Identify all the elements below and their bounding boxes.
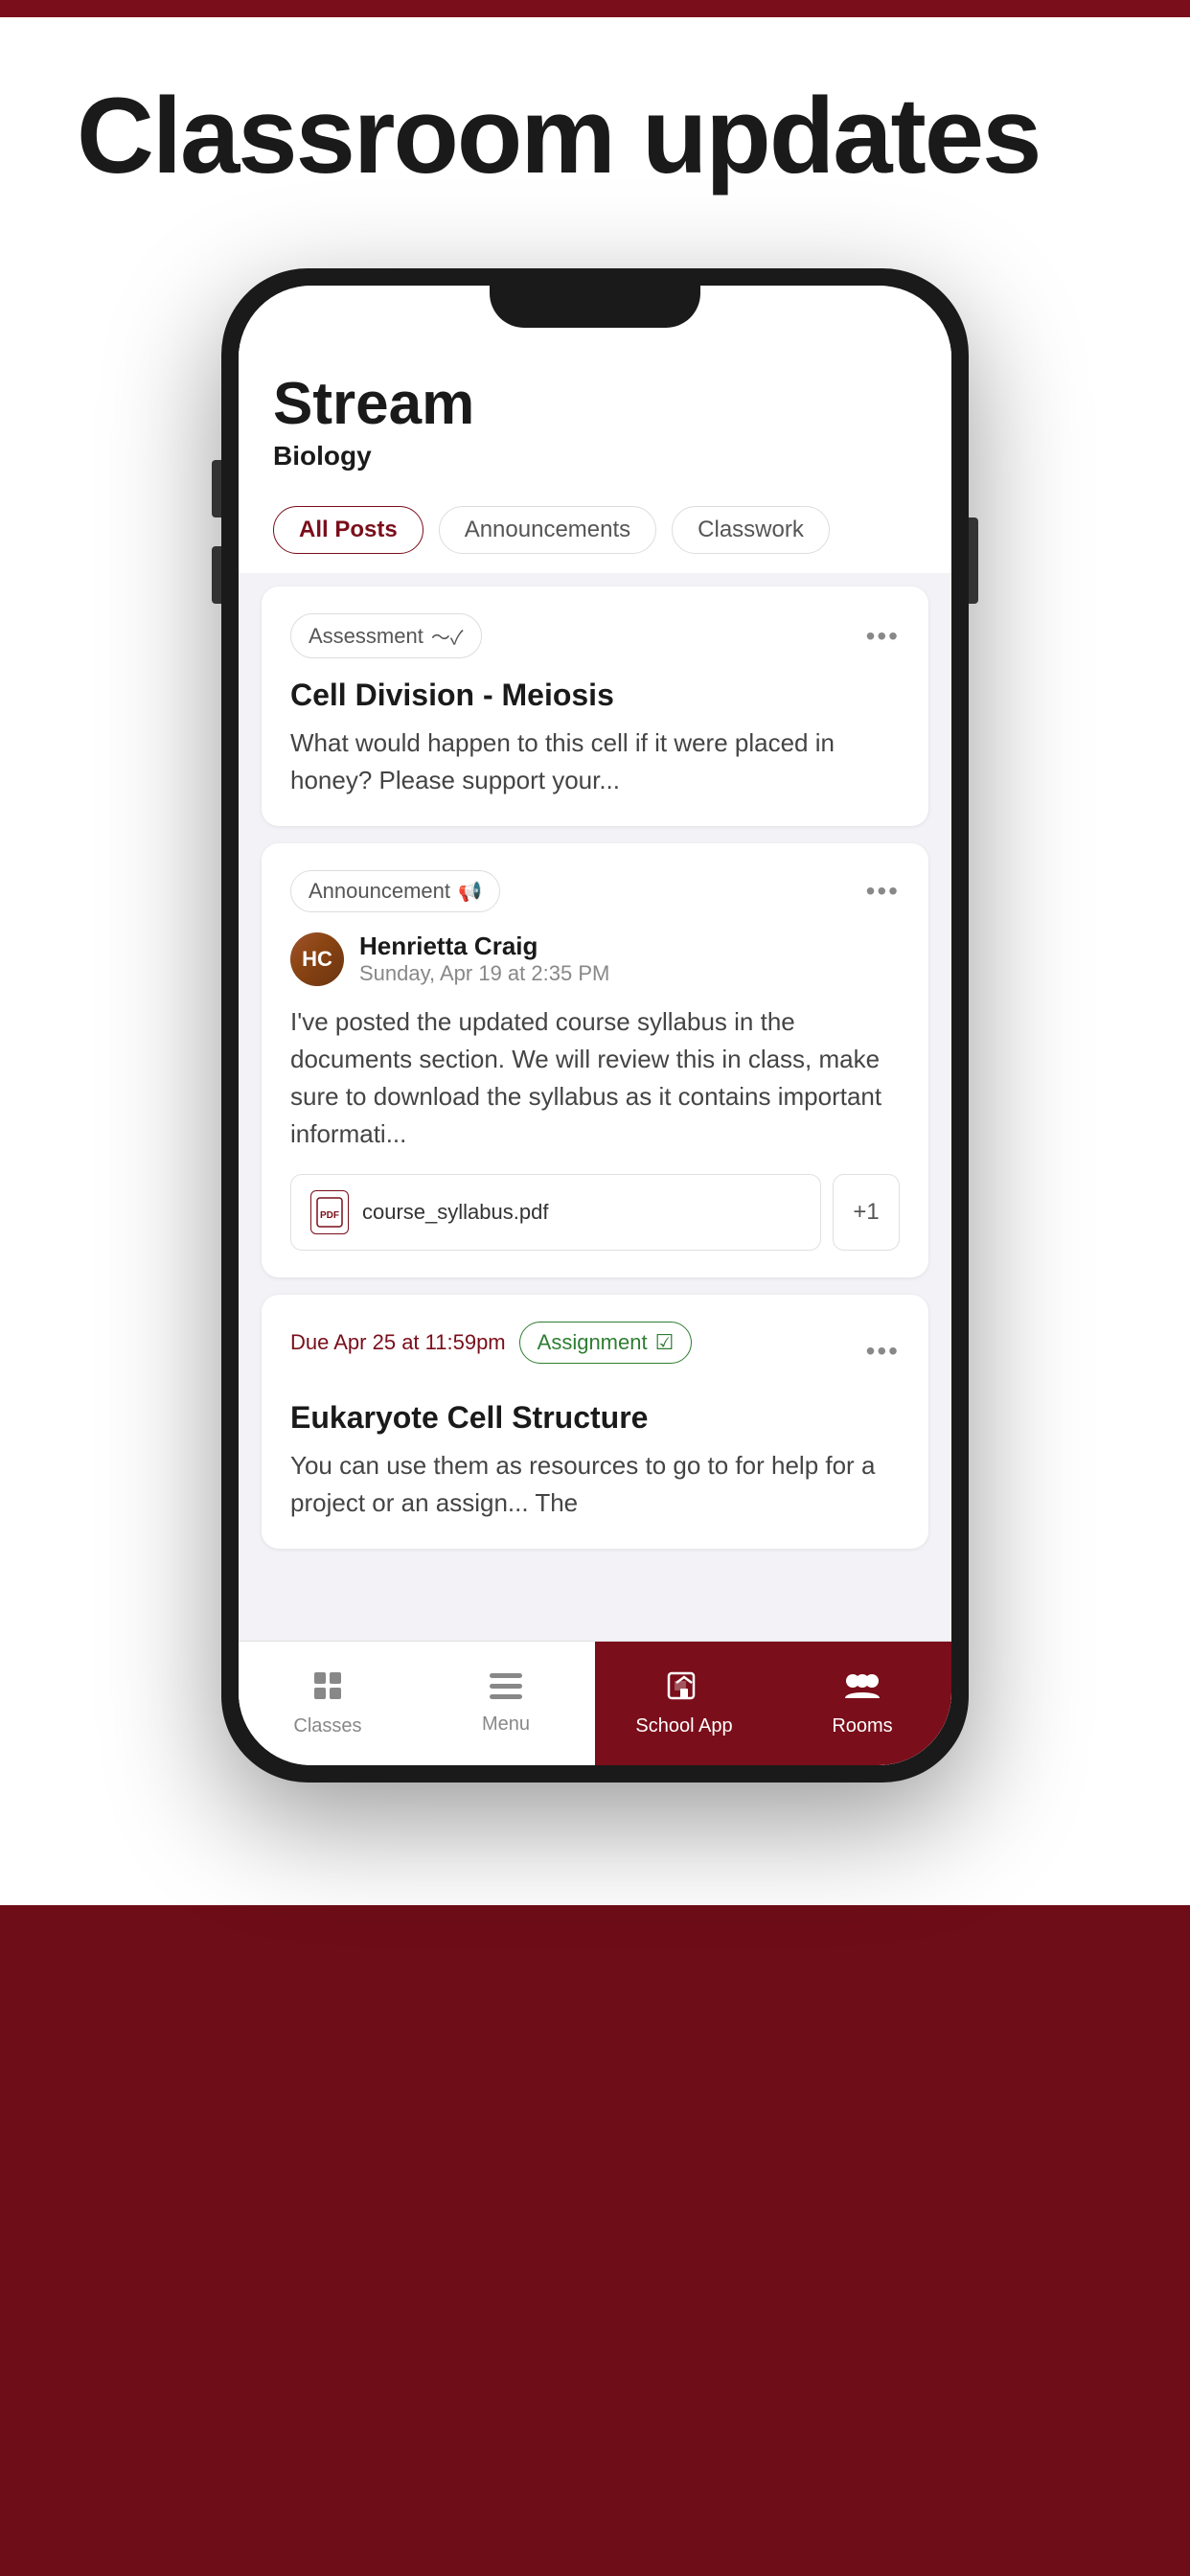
card-header-announcement: Announcement 📢 ••• — [290, 870, 900, 912]
nav-classes[interactable]: Classes — [239, 1642, 417, 1765]
phone-notch — [490, 286, 700, 328]
assessment-title: Cell Division - Meiosis — [290, 678, 900, 713]
nav-menu[interactable]: Menu — [417, 1642, 595, 1765]
school-app-icon — [667, 1669, 701, 1710]
due-label: Due Apr 25 at 11:59pm — [290, 1330, 506, 1355]
stream-subtitle: Biology — [273, 441, 917, 472]
assessment-more-button[interactable]: ••• — [866, 621, 900, 652]
phone-frame: Stream Biology All Posts Announcements C… — [221, 268, 969, 1782]
assessment-card[interactable]: Assessment 〜✓ ••• Cell Division - Meiosi… — [262, 586, 928, 826]
due-assignment-row: Due Apr 25 at 11:59pm Assignment ☑ — [290, 1322, 692, 1364]
assessment-badge-label: Assessment — [309, 624, 423, 649]
author-info: Henrietta Craig Sunday, Apr 19 at 2:35 P… — [359, 932, 609, 986]
rooms-icon — [843, 1669, 881, 1710]
school-app-label: School App — [635, 1715, 732, 1737]
screen-content: Stream Biology All Posts Announcements C… — [239, 286, 951, 1765]
side-button-volume-up — [212, 460, 221, 518]
announcement-body: I've posted the updated course syllabus … — [290, 1003, 900, 1153]
attachment-name: course_syllabus.pdf — [362, 1200, 548, 1225]
avatar-image: HC — [290, 932, 344, 986]
assignment-check-icon: ☑ — [655, 1330, 675, 1355]
side-button-volume-down — [212, 546, 221, 604]
attachment-row: PDF course_syllabus.pdf +1 — [290, 1174, 900, 1251]
assessment-icon: 〜✓ — [431, 622, 464, 650]
menu-icon — [490, 1672, 522, 1708]
assessment-body: What would happen to this cell if it wer… — [290, 724, 900, 799]
filter-tabs: All Posts Announcements Classwork — [239, 491, 951, 573]
classes-label: Classes — [293, 1715, 361, 1737]
assignment-more-button[interactable]: ••• — [866, 1336, 900, 1367]
top-bar — [0, 0, 1190, 17]
side-button-power — [969, 518, 978, 604]
stream-title: Stream — [273, 372, 917, 437]
tab-announcements[interactable]: Announcements — [439, 506, 656, 554]
classes-icon — [311, 1669, 344, 1710]
assignment-card[interactable]: Due Apr 25 at 11:59pm Assignment ☑ ••• E… — [262, 1295, 928, 1549]
nav-rooms[interactable]: Rooms — [773, 1642, 951, 1765]
bg-dark-red — [0, 1905, 1190, 2576]
bottom-nav: Classes Menu — [239, 1641, 951, 1765]
tab-classwork[interactable]: Classwork — [672, 506, 830, 554]
assessment-badge: Assessment 〜✓ — [290, 613, 482, 658]
announcement-more-button[interactable]: ••• — [866, 876, 900, 907]
scroll-area: Stream Biology All Posts Announcements C… — [239, 343, 951, 1641]
cards-area: Assessment 〜✓ ••• Cell Division - Meiosi… — [239, 573, 951, 1562]
assignment-badge-label: Assignment — [538, 1330, 648, 1355]
svg-text:PDF: PDF — [320, 1210, 339, 1221]
announcement-badge-label: Announcement — [309, 879, 450, 904]
menu-label: Menu — [482, 1714, 530, 1736]
assignment-badge: Assignment ☑ — [519, 1322, 693, 1364]
page-title: Classroom updates — [77, 77, 1040, 195]
assignment-body: You can use them as resources to go to f… — [290, 1447, 900, 1522]
attachment-count[interactable]: +1 — [833, 1174, 900, 1251]
phone-screen: Stream Biology All Posts Announcements C… — [239, 286, 951, 1765]
card-header-assessment: Assessment 〜✓ ••• — [290, 613, 900, 658]
announcement-card[interactable]: Announcement 📢 ••• HC Henriett — [262, 843, 928, 1277]
assignment-title: Eukaryote Cell Structure — [290, 1400, 900, 1436]
announcement-badge: Announcement 📢 — [290, 870, 500, 912]
rooms-label: Rooms — [832, 1715, 892, 1737]
author-date: Sunday, Apr 19 at 2:35 PM — [359, 961, 609, 986]
phone-mockup: Stream Biology All Posts Announcements C… — [221, 268, 969, 1782]
card-header-assignment: Due Apr 25 at 11:59pm Assignment ☑ ••• — [290, 1322, 900, 1381]
nav-school-app[interactable]: School App — [595, 1642, 773, 1765]
attachment-file[interactable]: PDF course_syllabus.pdf — [290, 1174, 821, 1251]
author-row: HC Henrietta Craig Sunday, Apr 19 at 2:3… — [290, 932, 900, 986]
pdf-icon: PDF — [310, 1190, 349, 1234]
tab-all-posts[interactable]: All Posts — [273, 506, 423, 554]
avatar: HC — [290, 932, 344, 986]
announcement-icon: 📢 — [458, 880, 482, 904]
stream-header: Stream Biology — [239, 343, 951, 491]
author-name: Henrietta Craig — [359, 932, 609, 961]
